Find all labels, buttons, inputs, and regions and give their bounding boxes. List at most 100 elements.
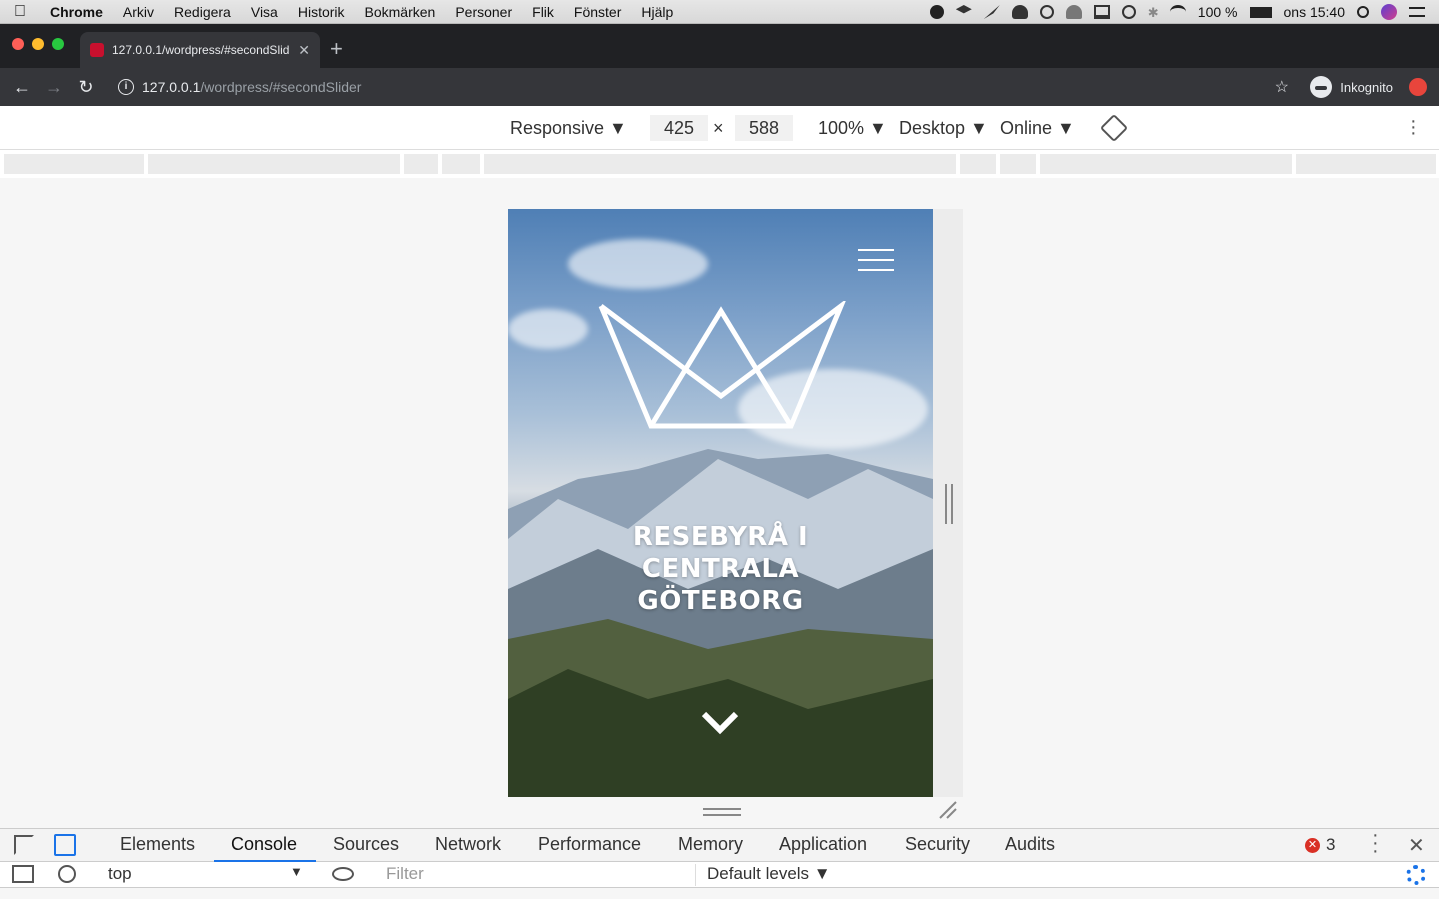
eye-icon[interactable] xyxy=(332,867,354,881)
ruler-segment[interactable] xyxy=(484,154,956,174)
ruler-segment[interactable] xyxy=(4,154,144,174)
devtools-more-icon[interactable]: · · · xyxy=(1372,825,1379,861)
bookmark-star-icon[interactable]: ☆ xyxy=(1275,77,1289,97)
log-levels-dropdown[interactable]: Default levels ▼ xyxy=(707,864,831,884)
crown-logo-icon xyxy=(598,301,846,429)
dropbox-icon[interactable] xyxy=(955,5,972,14)
sidebar-toggle-icon[interactable] xyxy=(12,865,34,883)
menu-app-name[interactable]: Chrome xyxy=(40,4,113,20)
address-bar[interactable]: i 127.0.0.1/wordpress/#secondSlider xyxy=(110,74,1289,100)
menu-personer[interactable]: Personer xyxy=(445,4,522,20)
menu-arkiv[interactable]: Arkiv xyxy=(113,4,164,20)
close-window-button[interactable] xyxy=(12,38,24,50)
hat-icon[interactable] xyxy=(1065,5,1082,19)
reload-icon[interactable]: ↻ xyxy=(70,77,102,98)
console-toolbar: top ▼ Filter Default levels ▼ xyxy=(0,862,1439,888)
tab-console[interactable]: Console xyxy=(231,834,297,855)
spotlight-icon[interactable] xyxy=(1357,6,1369,18)
apple-icon[interactable]:  xyxy=(0,3,40,21)
browser-tab[interactable]: 127.0.0.1/wordpress/#secondSlid ✕ xyxy=(80,32,320,68)
menu-visa[interactable]: Visa xyxy=(241,4,288,20)
menu-redigera[interactable]: Redigera xyxy=(164,4,241,20)
incognito-label: Inkognito xyxy=(1340,79,1393,95)
settings-gear-icon[interactable] xyxy=(1406,865,1426,885)
back-arrow-icon[interactable]: ← xyxy=(6,77,38,98)
cloud-icon[interactable] xyxy=(1011,5,1028,19)
feather-icon[interactable] xyxy=(983,5,1000,19)
ruler-segment[interactable] xyxy=(960,154,996,174)
new-tab-plus-icon[interactable]: + xyxy=(330,36,343,62)
chevron-down-icon[interactable]: ▼ xyxy=(290,864,303,879)
record-icon[interactable] xyxy=(929,5,944,19)
tab-audits[interactable]: Audits xyxy=(1005,834,1055,855)
minimize-window-button[interactable] xyxy=(32,38,44,50)
tab-application[interactable]: Application xyxy=(779,834,867,855)
tab-elements[interactable]: Elements xyxy=(120,834,195,855)
error-count-badge[interactable]: ✕ 3 xyxy=(1305,835,1335,855)
menu-flik[interactable]: Flik xyxy=(522,4,564,20)
battery-percent: 100 % xyxy=(1197,4,1238,20)
ruler-segment[interactable] xyxy=(404,154,438,174)
close-devtools-icon[interactable]: ✕ xyxy=(1408,833,1425,858)
ruler-segment[interactable] xyxy=(1296,154,1436,174)
maximize-window-button[interactable] xyxy=(52,38,64,50)
zoom-dropdown[interactable]: 100% ▼ xyxy=(818,118,887,139)
console-filter-input[interactable]: Filter xyxy=(380,864,696,886)
console-output xyxy=(0,888,1439,899)
ruler-segment[interactable] xyxy=(1040,154,1292,174)
close-tab-icon[interactable]: ✕ xyxy=(298,42,310,59)
hero-title-line: GÖTEBORG xyxy=(637,586,804,616)
clear-console-icon[interactable] xyxy=(58,865,76,883)
incognito-profile-button[interactable]: Inkognito xyxy=(1310,74,1393,100)
viewport-height-input[interactable]: 588 xyxy=(735,115,793,141)
scroll-down-chevron-icon[interactable] xyxy=(700,704,740,744)
media-query-ruler xyxy=(0,150,1439,178)
viewport-width-input[interactable]: 425 xyxy=(650,115,708,141)
macos-menubar:  Chrome Arkiv Redigera Visa Historik Bo… xyxy=(0,0,1439,24)
url-host: 127.0.0.1 xyxy=(142,79,201,95)
menu-bokmarken[interactable]: Bokmärken xyxy=(355,4,446,20)
tab-performance[interactable]: Performance xyxy=(538,834,641,855)
battery-icon[interactable] xyxy=(1249,6,1272,18)
device-mode-dropdown[interactable]: Responsive ▼ xyxy=(510,118,627,139)
notification-center-icon[interactable] xyxy=(1409,7,1425,17)
resize-height-handle[interactable] xyxy=(703,808,741,816)
menu-historik[interactable]: Historik xyxy=(288,4,355,20)
hero-title-line: RESEBYRÅ I xyxy=(632,522,809,552)
resize-corner-handle[interactable] xyxy=(938,800,958,820)
airplay-icon[interactable] xyxy=(1093,5,1110,19)
tab-sources[interactable]: Sources xyxy=(333,834,399,855)
menu-hjalp[interactable]: Hjälp xyxy=(631,4,683,20)
resize-width-handle[interactable] xyxy=(945,484,953,524)
bluetooth-icon[interactable]: ✱ xyxy=(1148,5,1159,20)
menu-fonster[interactable]: Fönster xyxy=(564,4,631,20)
network-throttle-dropdown[interactable]: Online ▼ xyxy=(1000,118,1075,139)
ruler-segment[interactable] xyxy=(1000,154,1036,174)
menubar-clock[interactable]: ons 15:40 xyxy=(1284,4,1346,20)
siri-icon[interactable] xyxy=(1381,4,1397,20)
site-info-icon[interactable]: i xyxy=(118,79,134,95)
error-icon: ✕ xyxy=(1305,837,1320,853)
url-path: /wordpress/#secondSlider xyxy=(200,79,362,95)
device-toolbar-more-icon[interactable]: · · · xyxy=(1410,111,1417,143)
tab-network[interactable]: Network xyxy=(435,834,501,855)
device-toggle-icon[interactable] xyxy=(54,834,76,856)
tab-memory[interactable]: Memory xyxy=(678,834,743,855)
sync-icon[interactable] xyxy=(1039,5,1054,19)
ruler-segment[interactable] xyxy=(442,154,480,174)
inspect-element-icon[interactable] xyxy=(14,835,34,855)
cloud-shape xyxy=(508,309,588,349)
ruler-segment[interactable] xyxy=(148,154,400,174)
forward-arrow-icon[interactable]: → xyxy=(38,77,70,98)
extension-icon[interactable] xyxy=(1409,78,1427,96)
hero-image xyxy=(568,239,708,289)
emulated-viewport[interactable]: RESEBYRÅ I CENTRALA GÖTEBORG xyxy=(508,209,933,797)
hamburger-menu-icon[interactable] xyxy=(858,249,894,279)
user-agent-dropdown[interactable]: Desktop ▼ xyxy=(899,118,988,139)
status-tray: ✱ 100 % ons 15:40 xyxy=(929,0,1439,24)
context-selector[interactable]: top xyxy=(108,864,132,884)
tab-security[interactable]: Security xyxy=(905,834,970,855)
wifi-icon[interactable] xyxy=(1169,5,1186,19)
time-machine-icon[interactable] xyxy=(1121,5,1136,19)
hero-title-line: CENTRALA xyxy=(641,554,800,584)
